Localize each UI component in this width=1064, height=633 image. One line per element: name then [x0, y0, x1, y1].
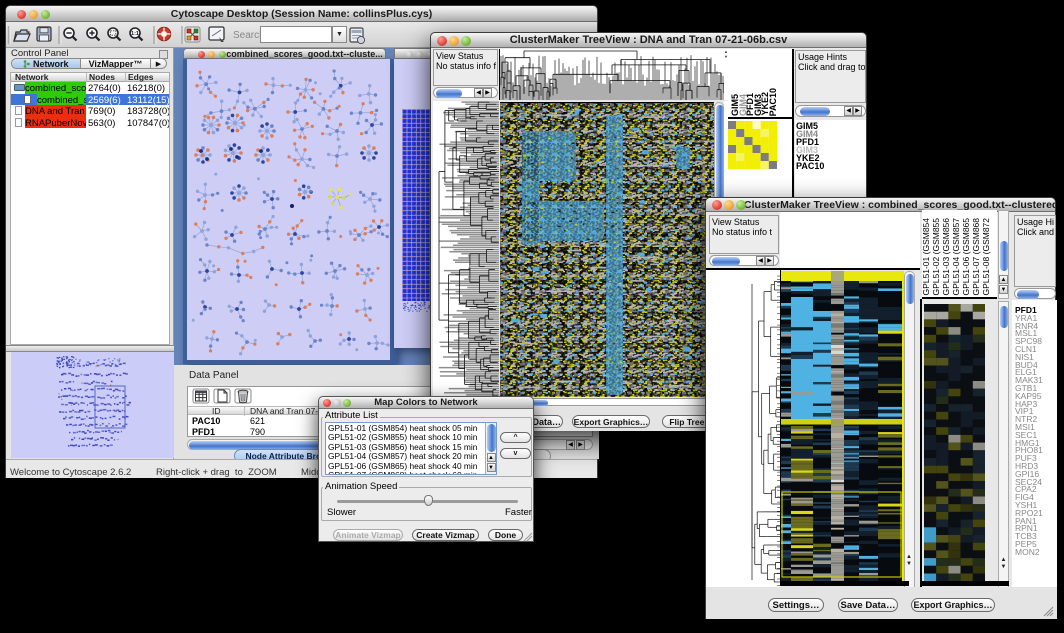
svg-text:1:1: 1:1 — [131, 31, 139, 37]
